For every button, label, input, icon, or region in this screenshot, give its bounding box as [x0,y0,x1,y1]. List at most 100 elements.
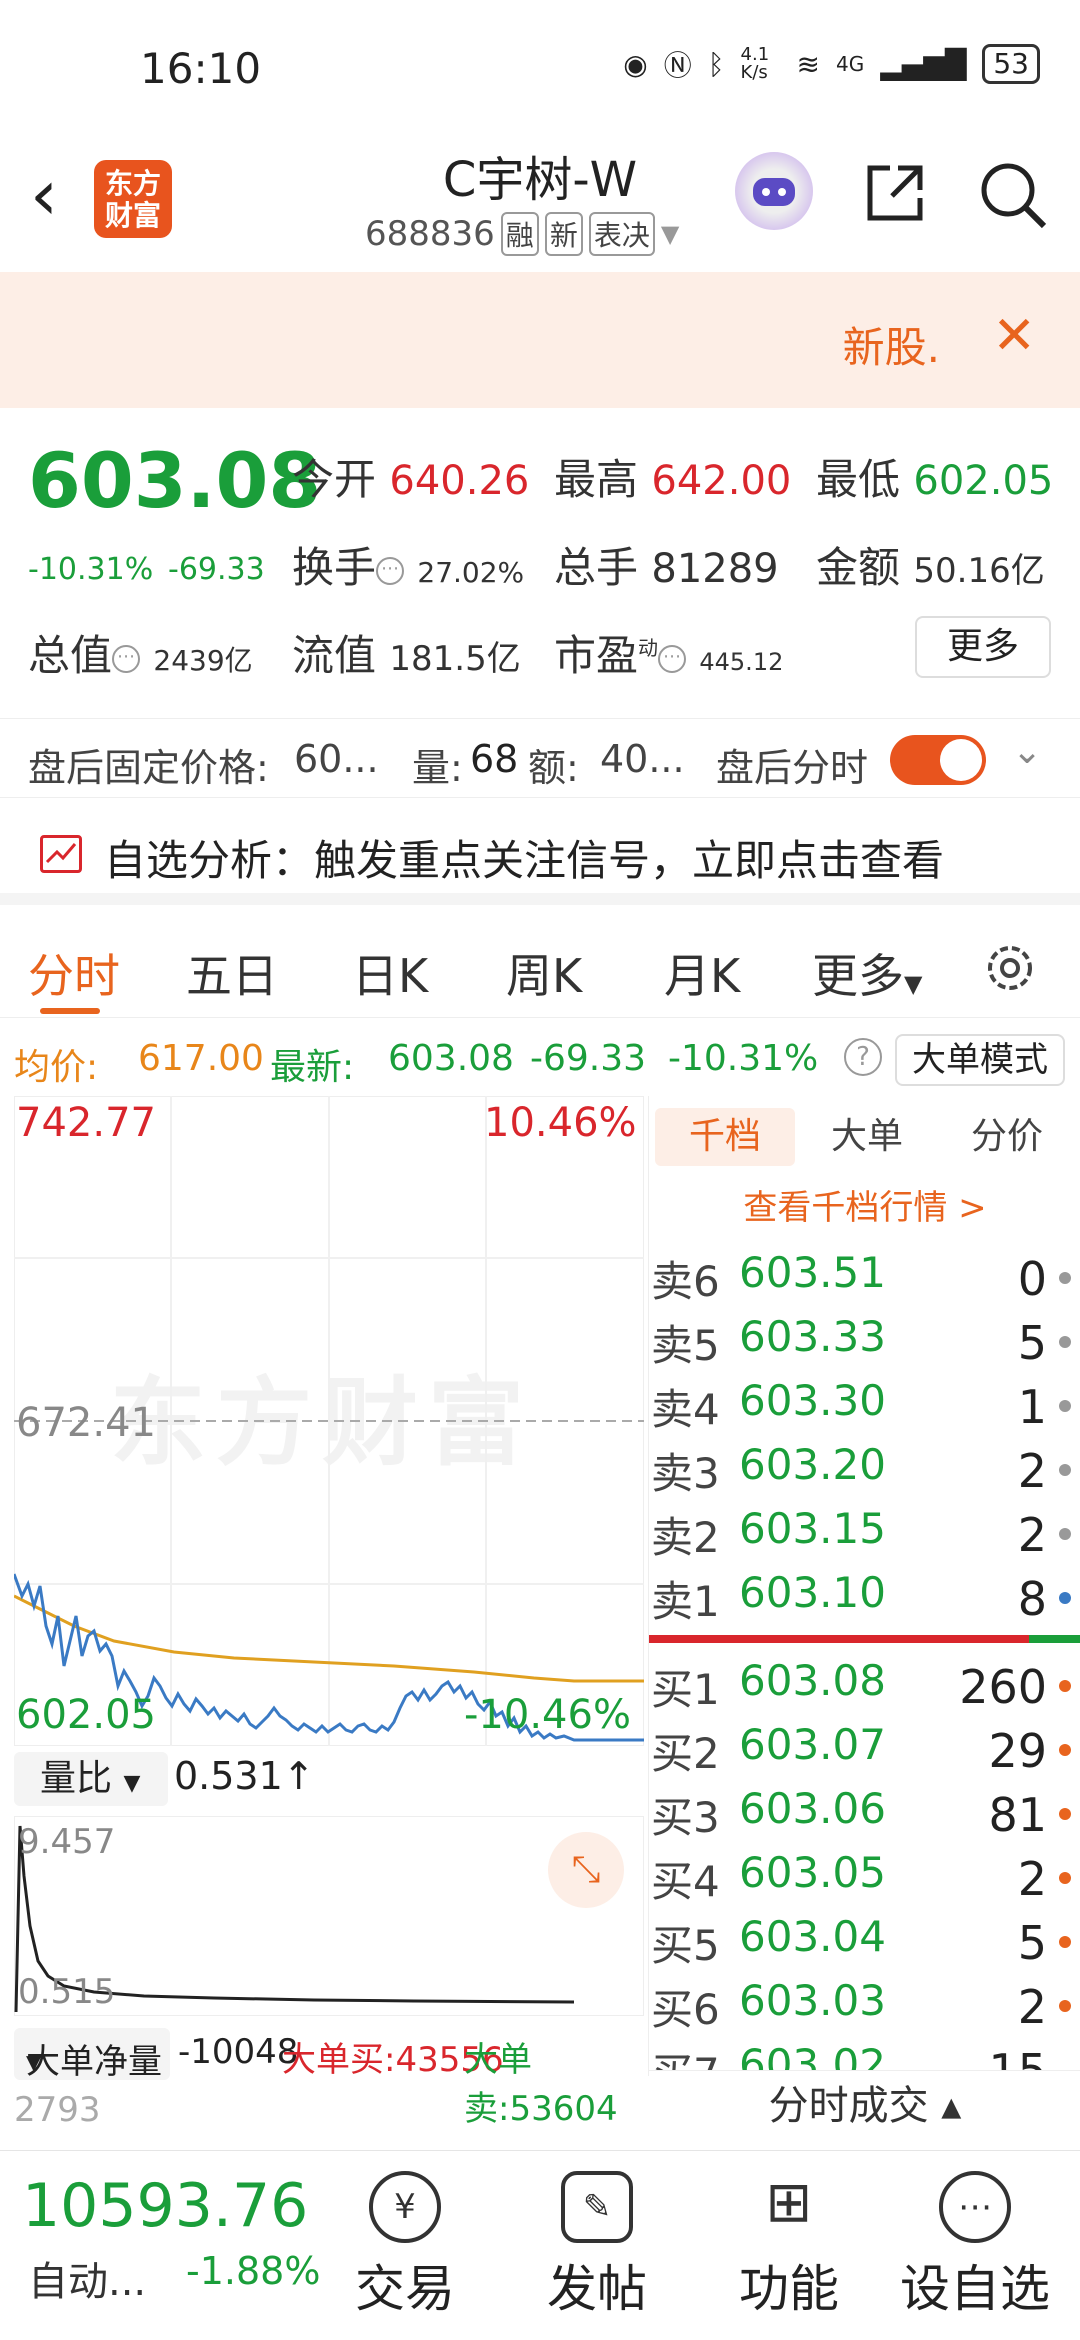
dropdown-icon: ▼ [26,2050,42,2074]
avg-label: 均价: [14,1047,99,1088]
bid-volume: 2 [1017,1980,1047,2034]
nav-post[interactable]: ✎ 发帖 [522,2161,672,2321]
chevron-down-icon[interactable]: ⌄ [1012,731,1042,772]
chart-top-percent: 10.46% [484,1100,637,1146]
nav-add-watchlist-label: 设自选 [900,2260,1050,2318]
volume-label: 总手 [554,543,639,592]
bid-price: 603.04 [739,1912,886,1961]
tab-daily-k[interactable]: 日K [352,940,428,1006]
stock-code-row[interactable]: 688836 融 新 表决 ▼ [365,212,685,256]
nav-functions[interactable]: ⊞ 功能 [714,2161,864,2321]
volume-ratio-selector[interactable]: 量比 ▼ [14,1752,168,1806]
bid-row-6[interactable]: 买6 603.03 2 [649,1972,1080,2036]
ask-row-4[interactable]: 卖4 603.30 1 [649,1372,1080,1436]
share-icon[interactable] [862,160,928,226]
chart-trend-icon [40,835,82,873]
tab-timeshare[interactable]: 分时 [28,940,120,1006]
tab-weekly-k[interactable]: 周K [506,940,582,1006]
analysis-row[interactable]: 自选分析：触发重点关注信号，立即点击查看 [0,805,1080,905]
turnover-stat: 换手 ⋯ 27.02% [292,534,524,595]
nav-trade[interactable]: ¥ 交易 [330,2161,480,2321]
amount-stat: 金额 50.16亿 [816,534,1045,595]
ask-price: 603.15 [739,1504,886,1553]
high-stat: 最高 642.00 [554,446,791,507]
tag-voting: 表决 [588,212,655,256]
index-name[interactable]: 自动... [28,2249,146,2307]
analysis-text[interactable]: 自选分析：触发重点关注信号，立即点击查看 [104,827,944,888]
tag-new: 新 [544,212,583,256]
big-net-selector[interactable]: 大单净量 ▼ [14,2028,170,2082]
nav-add-watchlist[interactable]: ⋯ 设自选 [900,2161,1050,2321]
ask-row-5[interactable]: 卖5 603.33 5 [649,1308,1080,1372]
volume-value: 81289 [651,546,779,592]
bid-row-2[interactable]: 买2 603.07 29 [649,1716,1080,1780]
ask-row-2[interactable]: 卖2 603.15 2 [649,1500,1080,1564]
mktcap-label: 总值 [28,631,113,680]
ah-timeshare-label: 盘后分时 [716,746,869,790]
tab-five-day[interactable]: 五日 [186,940,278,1006]
ask-volume: 0 [1017,1252,1047,1306]
big-order-net-row: 大单净量 ▼ -10048 大单买:43556 大单卖:53604 [14,2024,644,2129]
view-depth-link[interactable]: 查看千档行情 > [649,1180,1080,1229]
timeshare-trades-button[interactable]: 分时成交 ▴ [649,2070,1080,2140]
ask-row-6[interactable]: 卖6 603.51 0 [649,1244,1080,1308]
float-label: 流值 [292,631,377,680]
tab-thousand-level[interactable]: 千档 [655,1108,795,1166]
bottom-nav: 10593.76 自动... -1.88% ¥ 交易 ✎ 发帖 ⊞ 功能 ⋯ 设… [0,2150,1080,2340]
ask-price: 603.20 [739,1440,886,1489]
close-icon[interactable]: ✕ [992,306,1036,366]
bid-label: 买2 [651,1729,720,1778]
change-amount: -69.33 [168,552,265,587]
latest-label: 最新: [270,1047,355,1088]
tab-monthly-k[interactable]: 月K [664,940,740,1006]
order-book-tabs: 千档 大单 分价 [649,1108,1080,1168]
volume-ratio-label: 量比 [40,1758,113,1799]
search-icon[interactable] [978,160,1048,230]
bid-volume: 2 [1017,1852,1047,1906]
expand-icon[interactable]: ⤡ [548,1832,624,1908]
wifi-icon: ≋ [796,47,820,81]
info-icon[interactable]: ⋯ [376,556,405,585]
big-order-mode-button[interactable]: 大单模式 [895,1034,1065,1086]
fixed-price-label: 盘后固定价格: [28,746,269,790]
assistant-robot-icon[interactable] [735,152,813,230]
ah-amount-value: 40... [600,737,685,781]
banner-text[interactable]: 新股. [843,314,940,375]
order-book: 千档 大单 分价 查看千档行情 > 卖6 603.51 0 卖5 603.33 5 卖4… [648,1096,1080,2129]
index-value[interactable]: 10593.76 [22,2171,308,2241]
vr-bottom-label: 0.515 [18,1972,116,2012]
bid-row-5[interactable]: 买5 603.04 5 [649,1908,1080,1972]
ask-row-3[interactable]: 卖3 603.20 2 [649,1436,1080,1500]
bid-row-7[interactable]: 买7 603.02 15 [649,2036,1080,2070]
tab-big-order[interactable]: 大单 [799,1108,935,1166]
bid-label: 买1 [651,1665,720,1714]
after-hours-toggle[interactable] [890,735,986,785]
ask-label: 卖3 [651,1449,720,1498]
ask-row-1[interactable]: 卖1 603.10 8 [649,1564,1080,1628]
nav-functions-label: 功能 [739,2260,839,2318]
status-bar: 16:10 ◉ Ⓝ ᛒ 4.1 K/s ≋ 4G ▂▄▆█ 53 [0,0,1080,130]
notice-banner[interactable]: 新股. ✕ [0,272,1080,408]
bid-price: 603.03 [739,1976,886,2025]
tab-price-split[interactable]: 分价 [939,1108,1075,1166]
ask-label: 卖5 [651,1321,720,1370]
gear-icon[interactable] [982,940,1038,996]
bid-price: 603.07 [739,1720,886,1769]
chart-mid-price: 672.41 [16,1400,156,1446]
bid-row-4[interactable]: 买4 603.05 2 [649,1844,1080,1908]
more-button[interactable]: 更多 [915,616,1051,678]
ask-volume: 5 [1017,1316,1047,1370]
big-net-axis-label: 2793 [14,2090,101,2130]
float-stat: 流值 181.5亿 [292,622,521,683]
info-icon[interactable]: ⋯ [112,644,141,673]
ask-price: 603.30 [739,1376,886,1425]
pe-stat: 市盈动 ⋯ 445.12 [554,622,783,683]
price-summary-row: 均价: 617.00 最新: 603.08 -69.33 -10.31% ? 大… [0,1030,1080,1090]
tab-more[interactable]: 更多▼ [812,940,922,1006]
bid-row-1[interactable]: 买1 603.08 260 [649,1652,1080,1716]
bid-row-3[interactable]: 买3 603.06 81 [649,1780,1080,1844]
help-icon[interactable]: ? [844,1038,882,1076]
turnover-label: 换手 [292,543,377,592]
info-icon[interactable]: ⋯ [658,644,687,673]
turnover-value: 27.02% [417,556,525,589]
